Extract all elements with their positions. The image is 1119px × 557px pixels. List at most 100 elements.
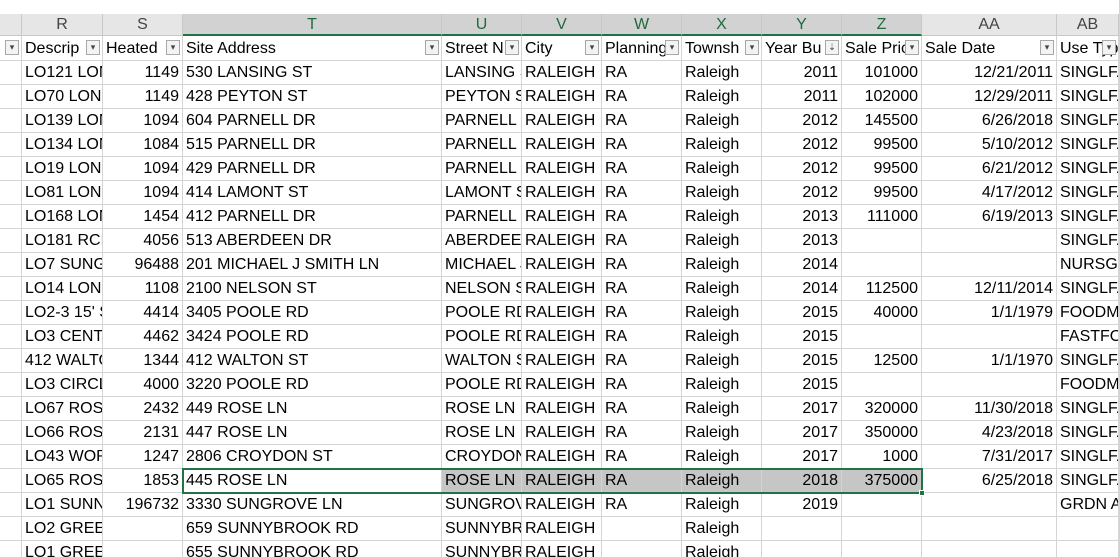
cell[interactable]: 1094 (103, 181, 183, 205)
cell[interactable]: 2019 (762, 493, 842, 517)
cell[interactable] (922, 325, 1057, 349)
cell[interactable]: LO19 LONG (22, 157, 103, 181)
cell[interactable]: RA (602, 133, 682, 157)
cell[interactable]: 1344 (103, 349, 183, 373)
cell[interactable]: 1094 (103, 109, 183, 133)
cell[interactable]: 412 WALTO (22, 349, 103, 373)
cell[interactable] (0, 469, 22, 493)
cell[interactable]: RALEIGH (522, 469, 602, 493)
cell[interactable]: 1/1/1970 (922, 349, 1057, 373)
cell[interactable]: RA (602, 493, 682, 517)
cell[interactable]: 2013 (762, 205, 842, 229)
cell[interactable]: RALEIGH (522, 541, 602, 557)
cell[interactable]: LO43 WOR (22, 445, 103, 469)
cell[interactable]: 513 ABERDEEN DR (183, 229, 442, 253)
cell[interactable]: SINGLFAM (1057, 421, 1119, 445)
cell[interactable]: ROSE LN (442, 397, 522, 421)
cell[interactable] (602, 541, 682, 557)
cell[interactable] (0, 85, 22, 109)
cell[interactable]: 3424 POOLE RD (183, 325, 442, 349)
filter-header-cell[interactable]: City ▾ (522, 36, 602, 61)
dropdown-icon[interactable]: ▾ (166, 40, 180, 55)
cell[interactable]: 428 PEYTON ST (183, 85, 442, 109)
cell[interactable]: LO14 LONG (22, 277, 103, 301)
cell[interactable]: Raleigh (682, 445, 762, 469)
cell[interactable]: 112500 (842, 277, 922, 301)
cell[interactable] (842, 541, 922, 557)
cell[interactable]: 1149 (103, 61, 183, 85)
cell[interactable]: Raleigh (682, 373, 762, 397)
cell[interactable]: Raleigh (682, 397, 762, 421)
cell[interactable]: PARNELL DR (442, 133, 522, 157)
cell[interactable]: RALEIGH (522, 205, 602, 229)
cell[interactable]: ROSE LN (442, 469, 522, 493)
cell[interactable]: RALEIGH (522, 85, 602, 109)
cell[interactable]: Raleigh (682, 133, 762, 157)
cell[interactable]: 2017 (762, 445, 842, 469)
filter-header-cell[interactable]: Street N ▾ (442, 36, 522, 61)
cell[interactable]: RALEIGH (522, 301, 602, 325)
cell[interactable]: 99500 (842, 133, 922, 157)
cell[interactable]: 2014 (762, 253, 842, 277)
cell[interactable]: RALEIGH (522, 133, 602, 157)
column-header-r[interactable]: R (22, 14, 103, 36)
cell[interactable]: Raleigh (682, 253, 762, 277)
cell[interactable]: ABERDEEN DR (442, 229, 522, 253)
cell[interactable] (0, 373, 22, 397)
cell[interactable]: RA (602, 325, 682, 349)
dropdown-icon[interactable]: ▾ (1102, 40, 1116, 55)
cell[interactable] (922, 253, 1057, 277)
cell[interactable]: Raleigh (682, 493, 762, 517)
cell[interactable]: 201 MICHAEL J SMITH LN (183, 253, 442, 277)
cell[interactable]: 515 PARNELL DR (183, 133, 442, 157)
cell[interactable]: 1000 (842, 445, 922, 469)
cell[interactable]: SINGLFAM (1057, 445, 1119, 469)
cell[interactable]: LO67 ROSE (22, 397, 103, 421)
cell[interactable]: RA (602, 349, 682, 373)
cell[interactable]: 2012 (762, 133, 842, 157)
cell[interactable] (0, 229, 22, 253)
cell[interactable] (842, 325, 922, 349)
filter-header-cell[interactable]: Year Bu ⇣ (762, 36, 842, 61)
cell[interactable]: 2017 (762, 421, 842, 445)
cell[interactable] (842, 517, 922, 541)
cell[interactable]: 2131 (103, 421, 183, 445)
cell[interactable]: POOLE RD (442, 373, 522, 397)
cell[interactable]: RALEIGH (522, 517, 602, 541)
dropdown-icon[interactable]: ▾ (585, 40, 599, 55)
cell[interactable]: 530 LANSING ST (183, 61, 442, 85)
cell[interactable]: LANSING ST (442, 61, 522, 85)
cell[interactable]: 12/29/2011 (922, 85, 1057, 109)
cell[interactable]: SINGLFAM (1057, 229, 1119, 253)
cell[interactable]: 6/19/2013 (922, 205, 1057, 229)
cell[interactable]: LO65 ROSE (22, 469, 103, 493)
cell[interactable]: RALEIGH (522, 421, 602, 445)
cell[interactable]: FOODMART (1057, 301, 1119, 325)
cell[interactable]: Raleigh (682, 517, 762, 541)
cell[interactable]: MICHAEL J SMITH LN (442, 253, 522, 277)
cell[interactable]: LO139 LON (22, 109, 103, 133)
cell[interactable] (602, 517, 682, 541)
cell[interactable]: 1454 (103, 205, 183, 229)
cell[interactable]: 96488 (103, 253, 183, 277)
cell[interactable]: RA (602, 421, 682, 445)
cell[interactable]: RA (602, 229, 682, 253)
cell[interactable] (0, 397, 22, 421)
filter-header-cell[interactable]: Planning ▾ (602, 36, 682, 61)
dropdown-icon[interactable]: ▾ (425, 40, 439, 55)
cell[interactable] (0, 517, 22, 541)
cell[interactable]: 414 LAMONT ST (183, 181, 442, 205)
cell[interactable]: LO1 SUNN (22, 493, 103, 517)
cell[interactable]: RA (602, 469, 682, 493)
column-header-v[interactable]: V (522, 14, 602, 36)
cell[interactable] (0, 133, 22, 157)
cell[interactable]: RA (602, 445, 682, 469)
cell[interactable]: RALEIGH (522, 181, 602, 205)
cell[interactable]: Raleigh (682, 421, 762, 445)
cell[interactable]: 2015 (762, 373, 842, 397)
column-header-t[interactable]: T (183, 14, 442, 36)
dropdown-icon[interactable]: ▾ (665, 40, 679, 55)
cell[interactable]: POOLE RD (442, 301, 522, 325)
cell[interactable]: 2012 (762, 157, 842, 181)
cell[interactable]: SINGLFAM (1057, 157, 1119, 181)
